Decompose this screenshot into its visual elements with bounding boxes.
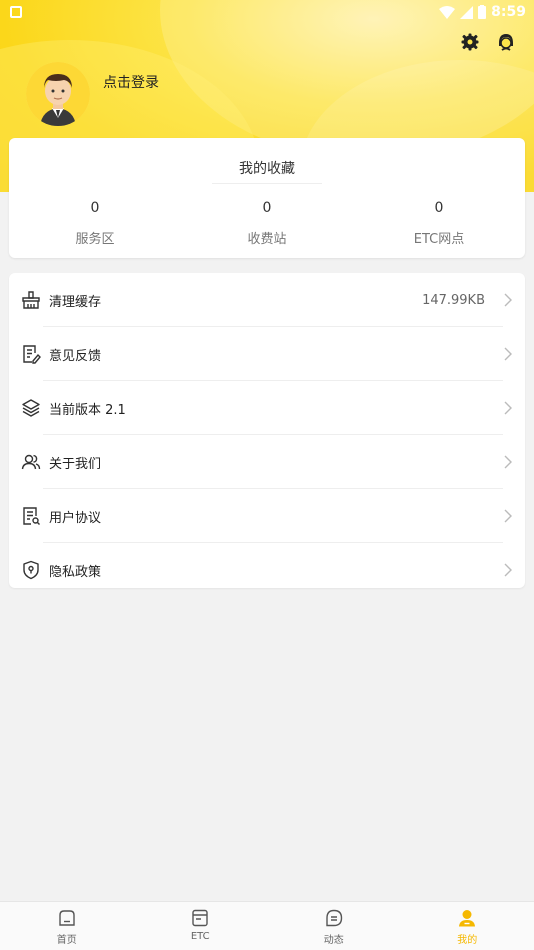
people-icon [21,454,41,470]
customer-service-icon[interactable] [496,32,516,52]
tab-label: 动态 [323,935,344,946]
menu-item-feedback[interactable]: 意见反馈 [9,327,525,381]
menu-label: 意见反馈 [49,348,102,364]
favorites-card: 我的收藏 0 服务区 0 收费站 0 ETC网点 [9,138,525,258]
stat-toll-station[interactable]: 0 收费站 [181,200,353,247]
menu-label: 隐私政策 [49,564,102,580]
favorites-title: 我的收藏 [239,161,295,177]
document-icon [23,507,40,525]
tab-label: ETC [190,931,210,942]
settings-menu: 清理缓存 147.99KB 意见反馈 当前版本 2.1 关于我们 用户协议 隐私… [9,273,525,588]
chevron-right-icon [504,455,512,469]
stat-label: 收费站 [247,232,287,247]
chat-icon [326,909,342,927]
tab-label: 我的 [457,935,478,946]
chevron-right-icon [504,347,512,361]
bottom-nav: 首页 ETC 动态 我的 [0,901,534,950]
signal-icon [460,5,474,19]
menu-label: 关于我们 [49,456,102,472]
user-icon [459,910,476,927]
menu-item-clear-cache[interactable]: 清理缓存 147.99KB [9,273,525,327]
settings-gear-icon[interactable] [460,32,480,52]
stat-value: 0 [262,200,272,216]
status-bar: 8:59 [0,0,534,24]
notification-icon [10,6,22,18]
tab-mine[interactable]: 我的 [401,902,534,950]
status-time: 8:59 [491,4,526,20]
chevron-right-icon [504,401,512,415]
menu-label: 当前版本 2.1 [49,402,126,418]
menu-item-privacy-policy[interactable]: 隐私政策 [9,543,525,597]
avatar[interactable] [26,62,90,126]
chevron-right-icon [504,509,512,523]
chevron-right-icon [504,563,512,577]
stat-value: 0 [434,200,444,216]
tab-news[interactable]: 动态 [267,902,401,950]
tab-home[interactable]: 首页 [0,902,134,950]
default-avatar-icon [26,62,90,126]
stat-etc-outlet[interactable]: 0 ETC网点 [353,200,525,247]
menu-label: 用户协议 [49,510,102,526]
menu-item-version[interactable]: 当前版本 2.1 [9,381,525,435]
stat-value: 0 [90,200,100,216]
stat-label: 服务区 [75,232,115,247]
stat-service-area[interactable]: 0 服务区 [9,200,181,247]
cache-size: 147.99KB [422,292,485,308]
etc-card-icon [192,909,208,927]
wifi-icon [439,5,456,19]
tab-label: 首页 [56,935,77,946]
home-icon [59,910,75,926]
stat-label: ETC网点 [413,232,465,247]
menu-label: 清理缓存 [49,294,102,310]
title-divider [212,183,322,184]
feedback-edit-icon [23,345,41,364]
layers-icon [22,399,40,417]
shield-icon [23,560,39,580]
login-prompt[interactable]: 点击登录 [103,72,159,92]
broom-icon [22,291,40,309]
menu-item-user-agreement[interactable]: 用户协议 [9,489,525,543]
battery-icon [478,5,487,19]
chevron-right-icon [504,293,512,307]
tab-etc[interactable]: ETC [134,902,268,950]
menu-item-about-us[interactable]: 关于我们 [9,435,525,489]
